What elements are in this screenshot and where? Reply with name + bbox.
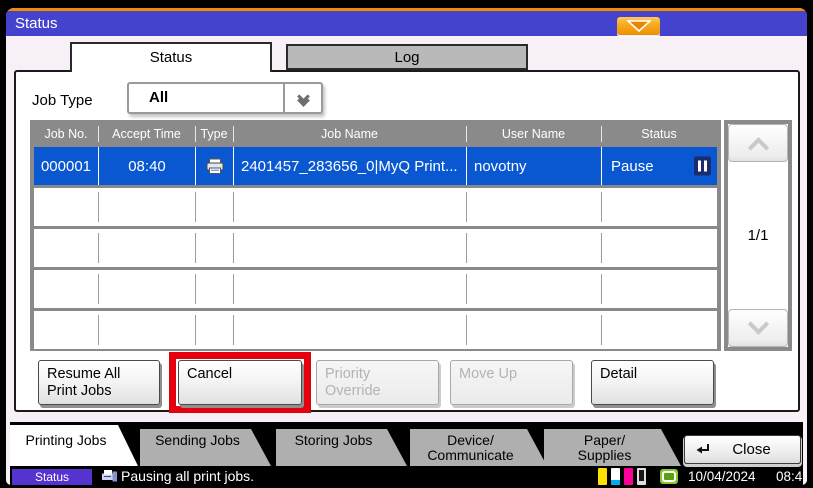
job-type-dropdown[interactable]: All — [127, 82, 323, 114]
table-row-empty — [34, 311, 717, 349]
scroll-down-button[interactable] — [728, 309, 788, 347]
status-message: Pausing all print jobs. — [121, 468, 254, 485]
job-table: Job No. Accept Time Type Job Name User N… — [30, 120, 721, 351]
table-row-empty — [34, 270, 717, 308]
button-label: Print Jobs — [47, 383, 155, 400]
priority-override-button[interactable]: Priority Override — [316, 360, 439, 405]
chevron-up-icon — [747, 137, 768, 158]
close-label: Close — [711, 441, 800, 458]
toner-black-bar — [637, 468, 646, 485]
cell-user-name: novotny — [466, 147, 601, 185]
cell-accept-time: 08:40 — [98, 147, 195, 185]
button-label: Resume All — [47, 366, 155, 383]
memory-card-icon — [660, 469, 678, 484]
tab-log[interactable]: Log — [286, 44, 528, 70]
status-bar: Status Pausing all print jobs. — [10, 468, 803, 485]
tab-label: Communicate — [416, 448, 525, 463]
cell-job-no: 000001 — [34, 147, 98, 185]
table-row-empty — [34, 229, 717, 267]
tab-label: Paper/ — [550, 433, 659, 448]
tab-label: Device/ — [416, 433, 525, 448]
tab-label: Supplies — [550, 448, 659, 463]
toner-yellow-bar — [598, 468, 607, 485]
table-header-row: Job No. Accept Time Type Job Name User N… — [34, 124, 717, 144]
page-indicator: 1/1 — [728, 162, 788, 309]
move-up-button[interactable]: Move Up — [450, 360, 573, 405]
toner-cyan-bar — [611, 468, 620, 485]
title-bar: Status — [6, 11, 807, 36]
tab-printing-jobs[interactable]: Printing Jobs — [10, 425, 138, 466]
tab-sending-jobs[interactable]: Sending Jobs — [140, 429, 271, 466]
status-time: 08:41 — [776, 468, 807, 485]
status-badge: Status — [12, 469, 92, 485]
table-row-empty — [34, 188, 717, 226]
status-panel: Job Type All Job No. Accept Time Type Jo… — [14, 70, 800, 412]
col-header-status: Status — [601, 124, 717, 144]
col-header-user-name: User Name — [466, 124, 601, 144]
toner-level-indicators — [598, 468, 646, 485]
col-header-job-no: Job No. — [34, 124, 98, 144]
screen: Status Status Log Job Type All Job N — [6, 8, 807, 485]
bottom-bar: Printing Jobs Sending Jobs Storing Jobs … — [10, 422, 803, 485]
collapse-panel-button[interactable] — [617, 17, 660, 35]
button-label: Override — [325, 383, 434, 400]
tab-storing-jobs[interactable]: Storing Jobs — [276, 429, 407, 466]
mfp-touchscreen: Status Status Log Job Type All Job N — [0, 0, 813, 488]
cell-job-name: 2401457_283656_0|MyQ Print... — [233, 147, 466, 185]
tab-label: Printing Jobs — [16, 433, 116, 448]
collapse-arrow-icon — [627, 20, 651, 32]
job-type-label: Job Type — [32, 92, 93, 109]
return-icon — [694, 443, 711, 457]
cancel-button[interactable]: Cancel — [178, 360, 302, 405]
tab-status[interactable]: Status — [70, 42, 272, 72]
detail-button[interactable]: Detail — [591, 360, 714, 405]
status-text: Pause — [611, 158, 654, 175]
cell-status: Pause — [601, 147, 717, 185]
tab-label: Sending Jobs — [146, 433, 249, 448]
tab-paper-supplies[interactable]: Paper/ Supplies — [544, 429, 681, 466]
close-button[interactable]: Close — [684, 435, 801, 464]
job-type-value: All — [129, 84, 283, 112]
window-title: Status — [15, 11, 58, 36]
scroll-up-button[interactable] — [728, 124, 788, 162]
col-header-type: Type — [195, 124, 233, 144]
col-header-accept-time: Accept Time — [98, 124, 195, 144]
printer-icon — [195, 147, 233, 185]
toner-magenta-bar — [624, 468, 633, 485]
button-label: Priority — [325, 366, 434, 383]
col-header-job-name: Job Name — [233, 124, 466, 144]
double-chevron-down-icon — [283, 84, 321, 112]
table-row-selected[interactable]: 000001 08:40 2401457_283656_0|MyQ Print.… — [34, 147, 717, 185]
scroll-column: 1/1 — [724, 120, 792, 351]
tab-device-communicate[interactable]: Device/ Communicate — [410, 429, 547, 466]
status-date: 10/04/2024 — [688, 468, 756, 485]
pause-icon — [694, 157, 711, 176]
tab-label: Storing Jobs — [282, 433, 385, 448]
resume-all-print-jobs-button[interactable]: Resume All Print Jobs — [38, 360, 160, 405]
chevron-down-icon — [747, 313, 768, 334]
printer-status-icon — [101, 469, 118, 485]
